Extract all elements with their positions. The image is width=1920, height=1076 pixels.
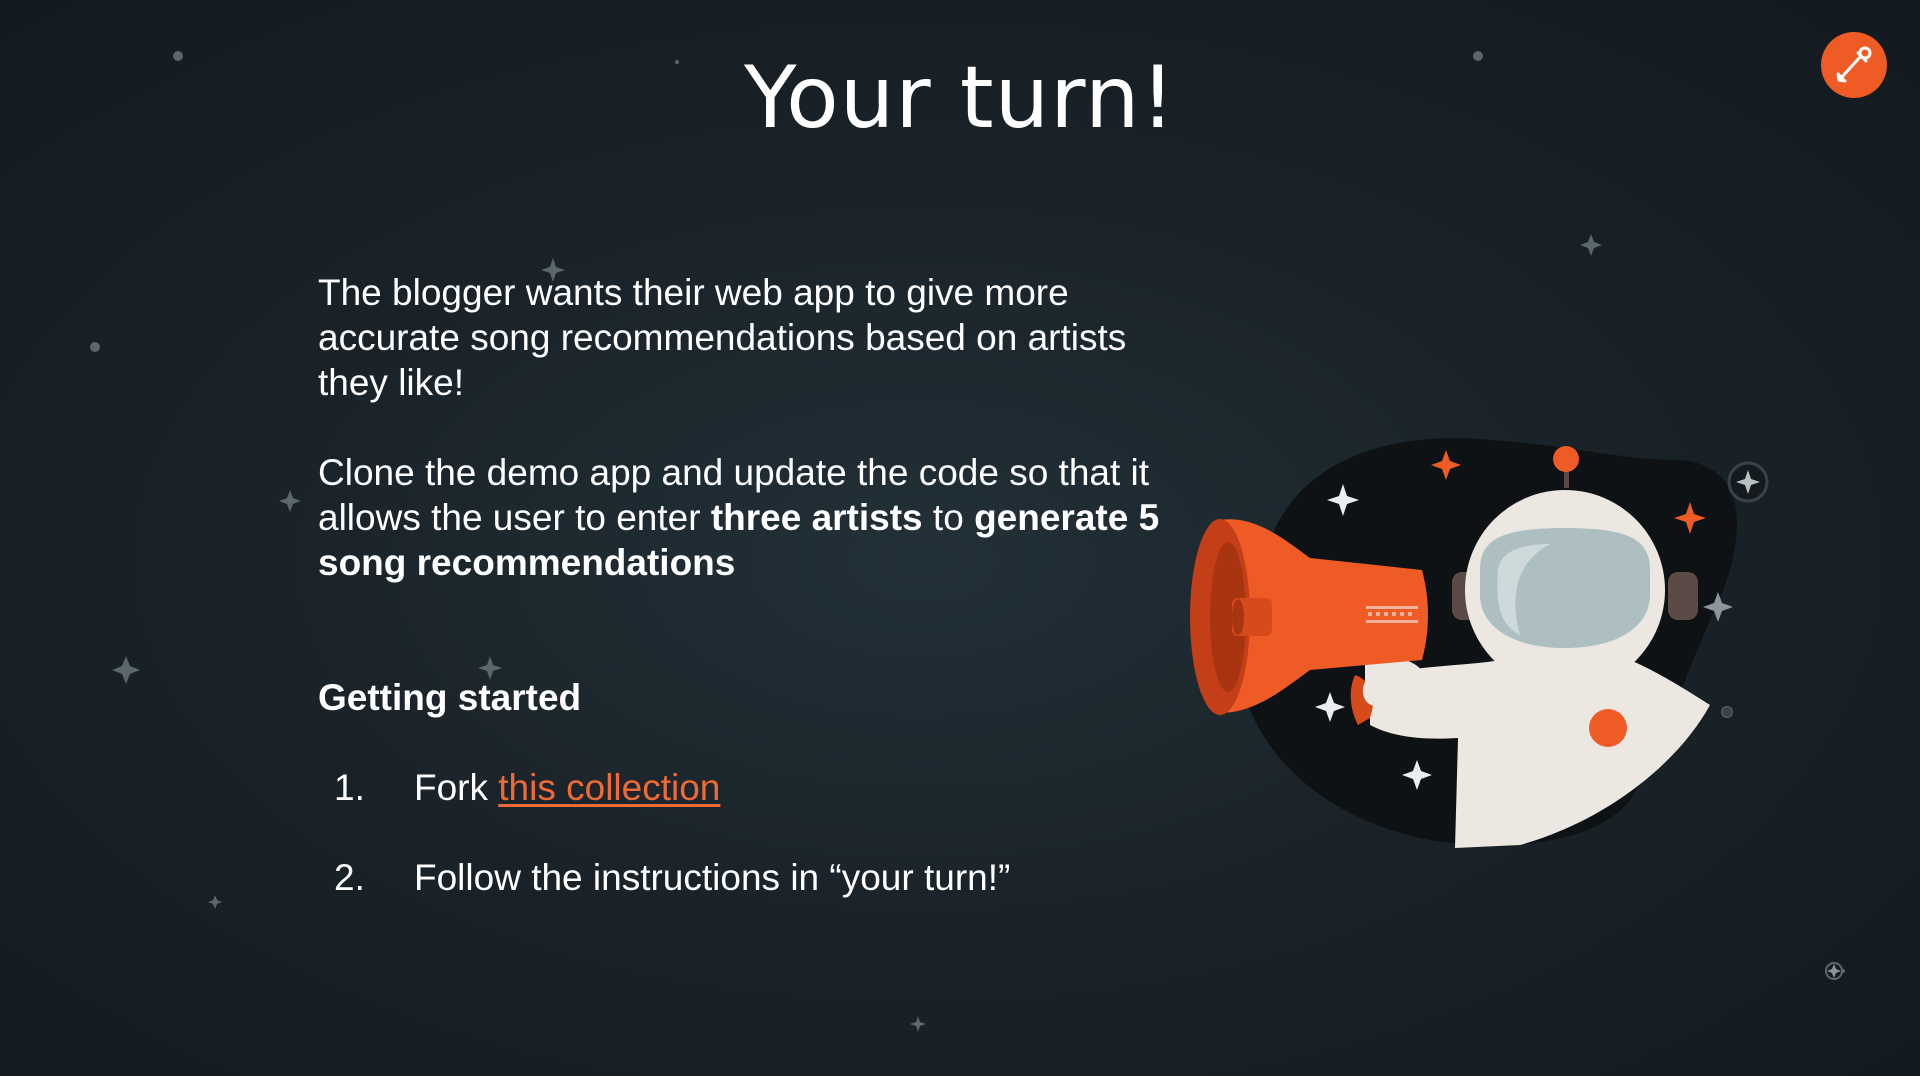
step-number: 1. — [334, 767, 365, 808]
step-prefix: Fork — [414, 767, 499, 808]
description: The blogger wants their web app to give … — [318, 270, 1178, 585]
getting-started-heading: Getting started — [318, 677, 582, 718]
task-text-part2: to — [922, 497, 975, 538]
postman-logo-icon — [1821, 32, 1887, 98]
astronaut-megaphone-icon — [1190, 438, 1769, 848]
slide: Your turn! The blogger wants their web a… — [0, 0, 1920, 1076]
intro-paragraph: The blogger wants their web app to give … — [318, 272, 1127, 403]
step-text: Fork this collection — [414, 765, 720, 810]
collection-link[interactable]: this collection — [498, 767, 720, 808]
page-title: Your turn! — [744, 48, 1176, 148]
step-text: Follow the instructions in “your turn!” — [414, 857, 1011, 898]
step-number: 2. — [334, 857, 365, 898]
task-paragraph: Clone the demo app and update the code s… — [318, 450, 1178, 585]
task-bold-artists: three artists — [710, 497, 923, 538]
